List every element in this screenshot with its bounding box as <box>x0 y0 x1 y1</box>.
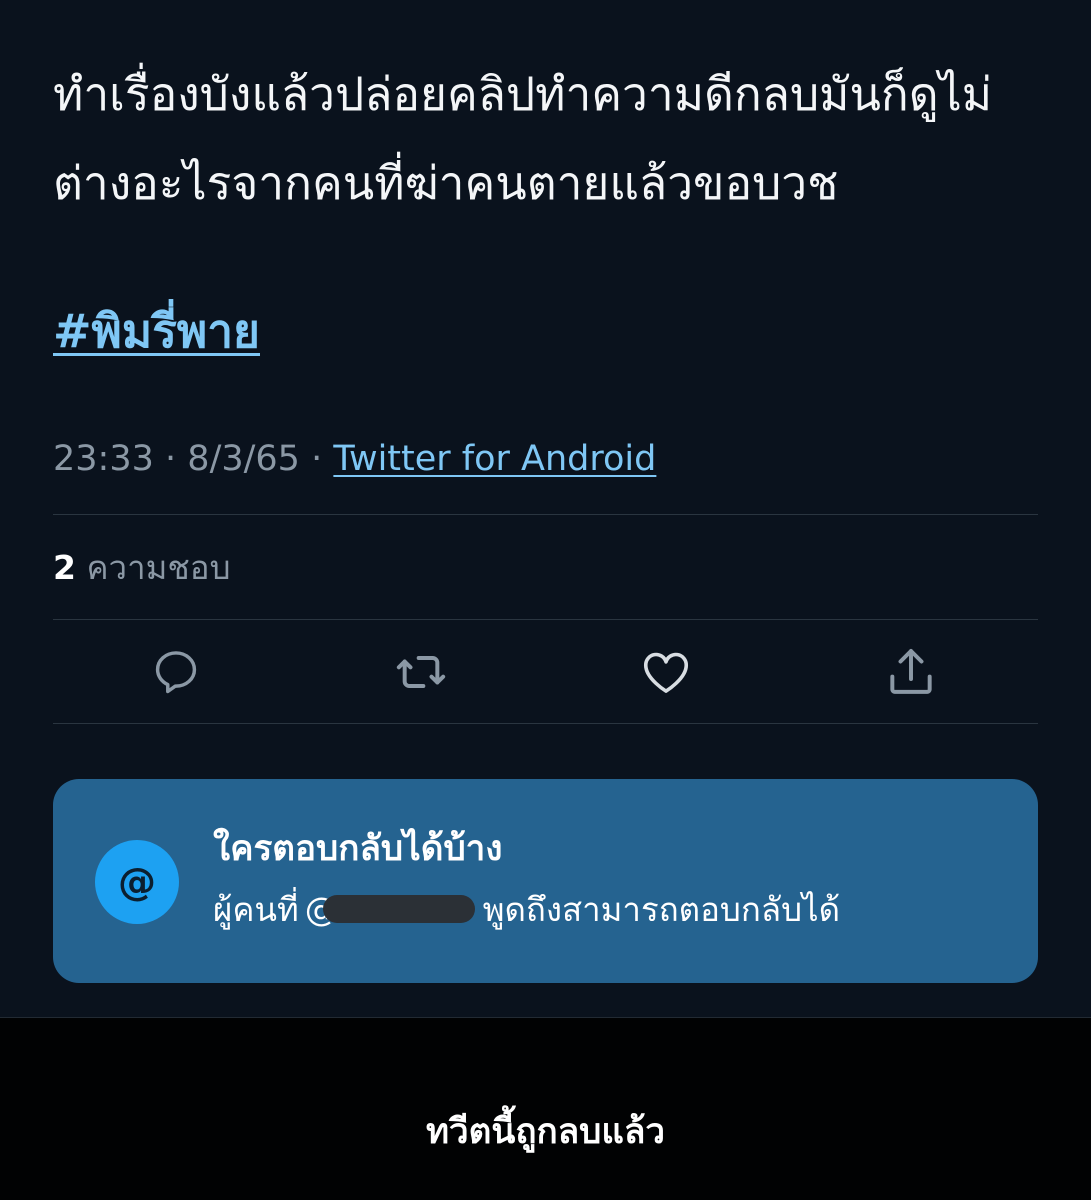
reply-settings-description: ผู้คนที่ @ พูดถึงสามารถตอบกลับได้ <box>213 885 840 935</box>
heart-icon <box>643 652 689 693</box>
retweet-button[interactable] <box>393 644 449 700</box>
reply-settings-prefix: ผู้คนที่ <box>213 890 299 929</box>
meta-separator: · <box>165 439 177 479</box>
hashtag-link[interactable]: #พิมรี่พาย <box>53 296 260 366</box>
divider <box>53 723 1038 724</box>
deleted-notice-bar: ทวีตนี้ถูกลบแล้ว <box>0 1017 1091 1200</box>
tweet-source-link[interactable]: Twitter for Android <box>333 439 656 479</box>
reply-settings-title: ใครตอบกลับได้บ้าง <box>213 829 503 869</box>
divider <box>53 514 1038 515</box>
reply-settings-suffix: พูดถึงสามารถตอบกลับได้ <box>482 890 841 929</box>
share-button[interactable] <box>883 644 939 700</box>
reply-icon <box>155 651 197 694</box>
share-icon <box>890 649 932 694</box>
tweet-actions-bar <box>53 620 1038 723</box>
deleted-notice-text: ทวีตนี้ถูกลบแล้ว <box>425 1112 666 1152</box>
tweet-metadata: 23:33 · 8/3/65 · Twitter for Android <box>53 435 656 483</box>
tweet-text: ทำเรื่องบังแล้วปล่อยคลิปทำความดีกลบมันก็… <box>53 67 993 210</box>
redaction-bar <box>322 895 475 923</box>
retweet-icon <box>396 656 446 688</box>
like-button[interactable] <box>638 644 694 700</box>
tweet-time: 23:33 <box>53 439 154 479</box>
reply-button[interactable] <box>148 644 204 700</box>
meta-separator: · <box>311 439 323 479</box>
likes-label: ความชอบ <box>86 548 231 587</box>
at-icon: @ <box>95 840 179 924</box>
likes-stat[interactable]: 2 ความชอบ <box>53 545 231 591</box>
reply-settings-card[interactable]: @ ใครตอบกลับได้บ้าง ผู้คนที่ @ พูดถึงสาม… <box>53 779 1038 983</box>
tweet-date: 8/3/65 <box>187 439 300 479</box>
redacted-username: @ <box>305 890 477 929</box>
likes-count: 2 <box>53 548 76 587</box>
